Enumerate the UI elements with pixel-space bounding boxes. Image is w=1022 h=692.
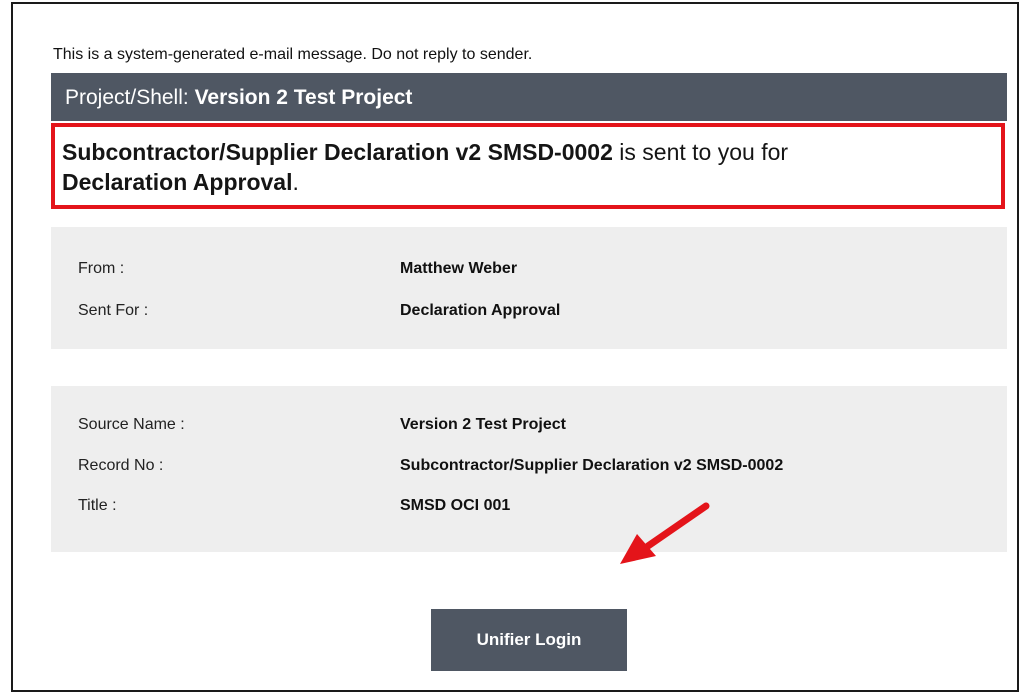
highlighted-headline: Subcontractor/Supplier Declaration v2 SM… [51, 123, 1005, 209]
source-name-label: Source Name : [78, 416, 185, 433]
record-details-panel: Source Name : Version 2 Test Project Rec… [51, 386, 1007, 552]
project-header-value: Version 2 Test Project [194, 86, 413, 109]
project-header: Project/Shell: Version 2 Test Project [51, 73, 1007, 121]
headline-middle: is sent to you for [612, 139, 789, 165]
red-arrow-icon [620, 502, 710, 564]
title-label: Title : [78, 497, 117, 514]
unifier-login-button[interactable]: Unifier Login [431, 609, 627, 671]
title-value: SMSD OCI 001 [400, 497, 511, 514]
source-name-value: Version 2 Test Project [400, 416, 566, 433]
system-notice: This is a system-generated e-mail messag… [53, 46, 533, 63]
from-label: From : [78, 260, 125, 277]
sent-for-value: Declaration Approval [400, 302, 561, 319]
headline-end: . [292, 169, 299, 195]
record-no-label: Record No : [78, 457, 164, 474]
headline-record: Subcontractor/Supplier Declaration v2 SM… [62, 139, 613, 165]
project-header-label: Project/Shell: [65, 86, 195, 109]
headline-action: Declaration Approval [62, 169, 293, 195]
sent-for-label: Sent For : [78, 302, 149, 319]
sender-details-panel: From : Matthew Weber Sent For : Declarat… [51, 227, 1007, 349]
from-value: Matthew Weber [400, 260, 518, 277]
record-no-value: Subcontractor/Supplier Declaration v2 SM… [400, 457, 784, 474]
